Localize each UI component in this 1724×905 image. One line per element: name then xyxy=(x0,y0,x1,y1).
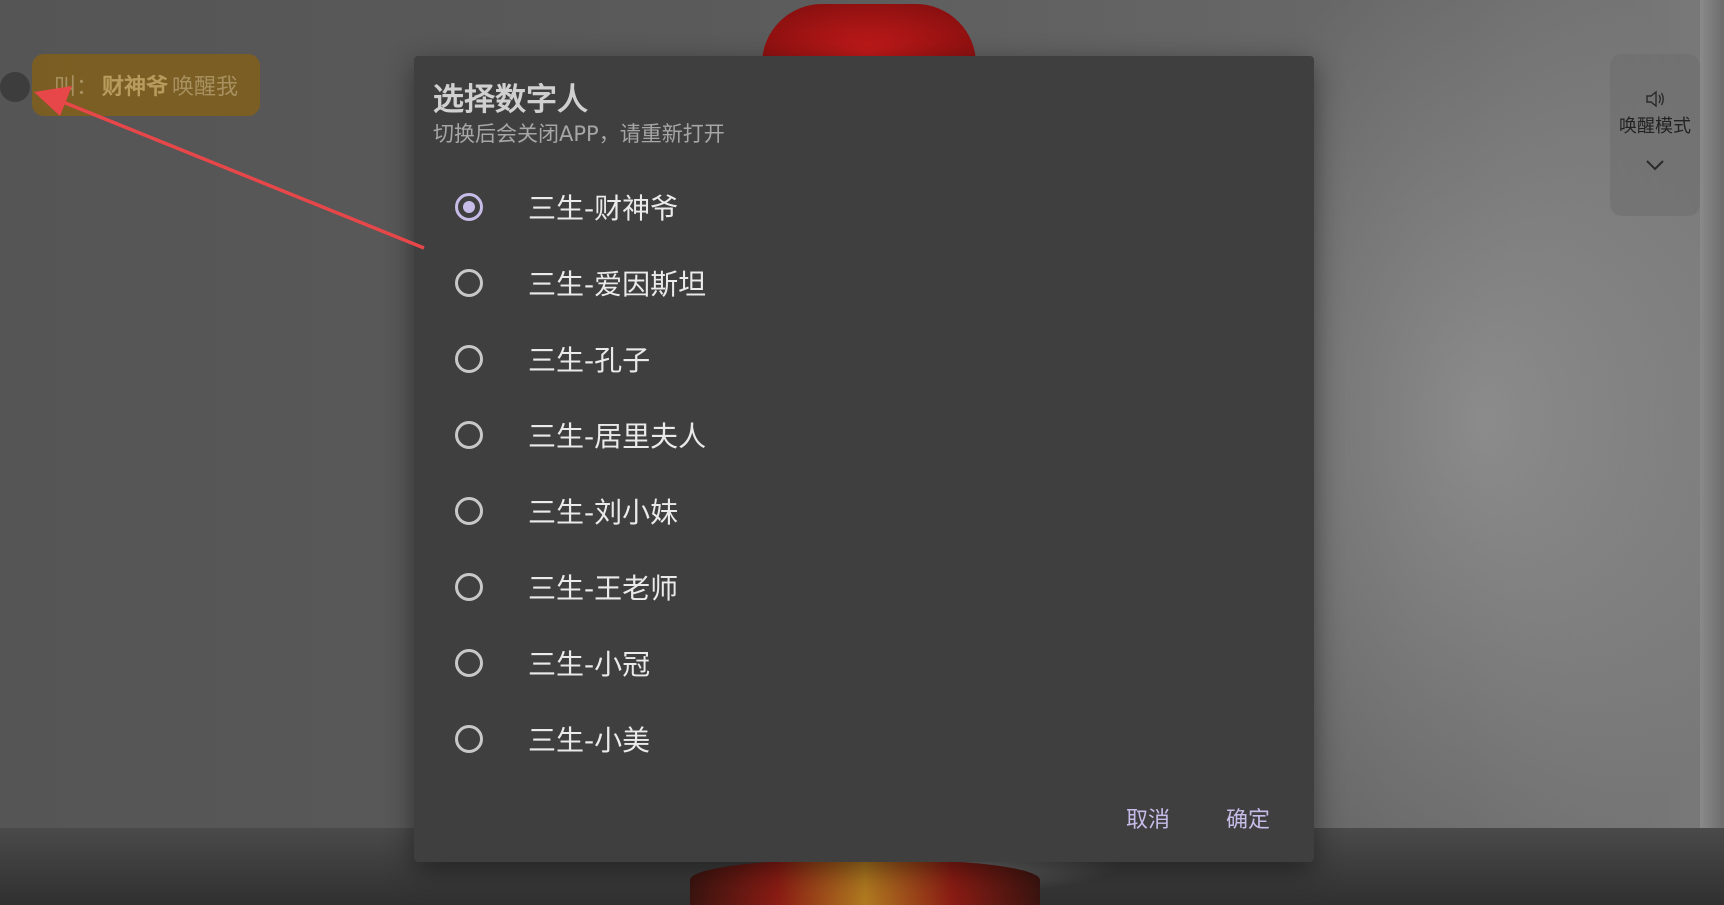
background-wall-edge xyxy=(1700,0,1724,828)
avatar-option-label: 三生-孔子 xyxy=(528,344,651,377)
radio-unchecked-icon[interactable] xyxy=(455,573,483,601)
cancel-button[interactable]: 取消 xyxy=(1126,802,1170,834)
wake-tip-suffix: 唤醒我 xyxy=(172,75,239,100)
avatar-option[interactable]: 三生-刘小妹 xyxy=(414,473,1314,549)
radio-checked-icon[interactable] xyxy=(455,193,483,221)
avatar-option[interactable]: 三生-小冠 xyxy=(414,625,1314,701)
avatar-option-label: 三生-王老师 xyxy=(528,572,679,605)
avatar-figure-base xyxy=(690,860,1040,905)
radio-unchecked-icon[interactable] xyxy=(455,269,483,297)
dialog-actions: 取消 确定 xyxy=(1126,802,1270,834)
avatar-option-list: 三生-财神爷 三生-爱因斯坦 三生-孔子三生-居里夫人 三生-刘小妹 三生-王老师 三生-… xyxy=(414,169,1314,777)
dialog-title: 选择数字人 xyxy=(433,82,588,118)
status-dot xyxy=(0,72,30,102)
chevron-down-icon[interactable] xyxy=(1644,158,1666,172)
avatar-option[interactable]: 三生-居里夫人 xyxy=(414,397,1314,473)
radio-unchecked-icon[interactable] xyxy=(455,497,483,525)
avatar-option[interactable]: 三生-孔子 xyxy=(414,321,1314,397)
select-avatar-dialog: 选择数字人 切换后会关闭APP，请重新打开 三生-财神爷 三生-爱因斯坦 三生-孔子… xyxy=(414,56,1314,862)
avatar-option-label: 三生-爱因斯坦 xyxy=(528,268,707,301)
avatar-option-label: 三生-刘小妹 xyxy=(528,496,679,529)
app-screen: 叫： 财神爷 唤醒我 唤醒模式 选择数字人 切换后会关闭APP，请重新打开 三生… xyxy=(0,0,1724,905)
avatar-option[interactable]: 三生-爱因斯坦 xyxy=(414,245,1314,321)
speaker-icon xyxy=(1646,90,1664,108)
avatar-option[interactable]: 三生-小美 xyxy=(414,701,1314,777)
avatar-option[interactable]: 三生-财神爷 xyxy=(414,169,1314,245)
confirm-button[interactable]: 确定 xyxy=(1226,802,1270,834)
wake-mode-panel[interactable]: 唤醒模式 xyxy=(1610,54,1700,216)
avatar-option-label: 三生-小美 xyxy=(528,724,651,757)
radio-unchecked-icon[interactable] xyxy=(455,421,483,449)
radio-unchecked-icon[interactable] xyxy=(455,725,483,753)
wake-tip-name: 财神爷 xyxy=(102,75,169,100)
avatar-option-label: 三生-居里夫人 xyxy=(528,420,707,453)
radio-unchecked-icon[interactable] xyxy=(455,345,483,373)
avatar-option-label: 三生-财神爷 xyxy=(528,192,679,225)
wake-tip-prefix: 叫： xyxy=(54,75,99,100)
dialog-subtitle: 切换后会关闭APP，请重新打开 xyxy=(433,122,725,146)
avatar-option-label: 三生-小冠 xyxy=(528,648,651,681)
radio-unchecked-icon[interactable] xyxy=(455,649,483,677)
wake-word-tip: 叫： 财神爷 唤醒我 xyxy=(32,54,261,116)
avatar-figure-hat xyxy=(762,4,976,64)
wake-mode-label: 唤醒模式 xyxy=(1619,116,1691,137)
avatar-option[interactable]: 三生-王老师 xyxy=(414,549,1314,625)
